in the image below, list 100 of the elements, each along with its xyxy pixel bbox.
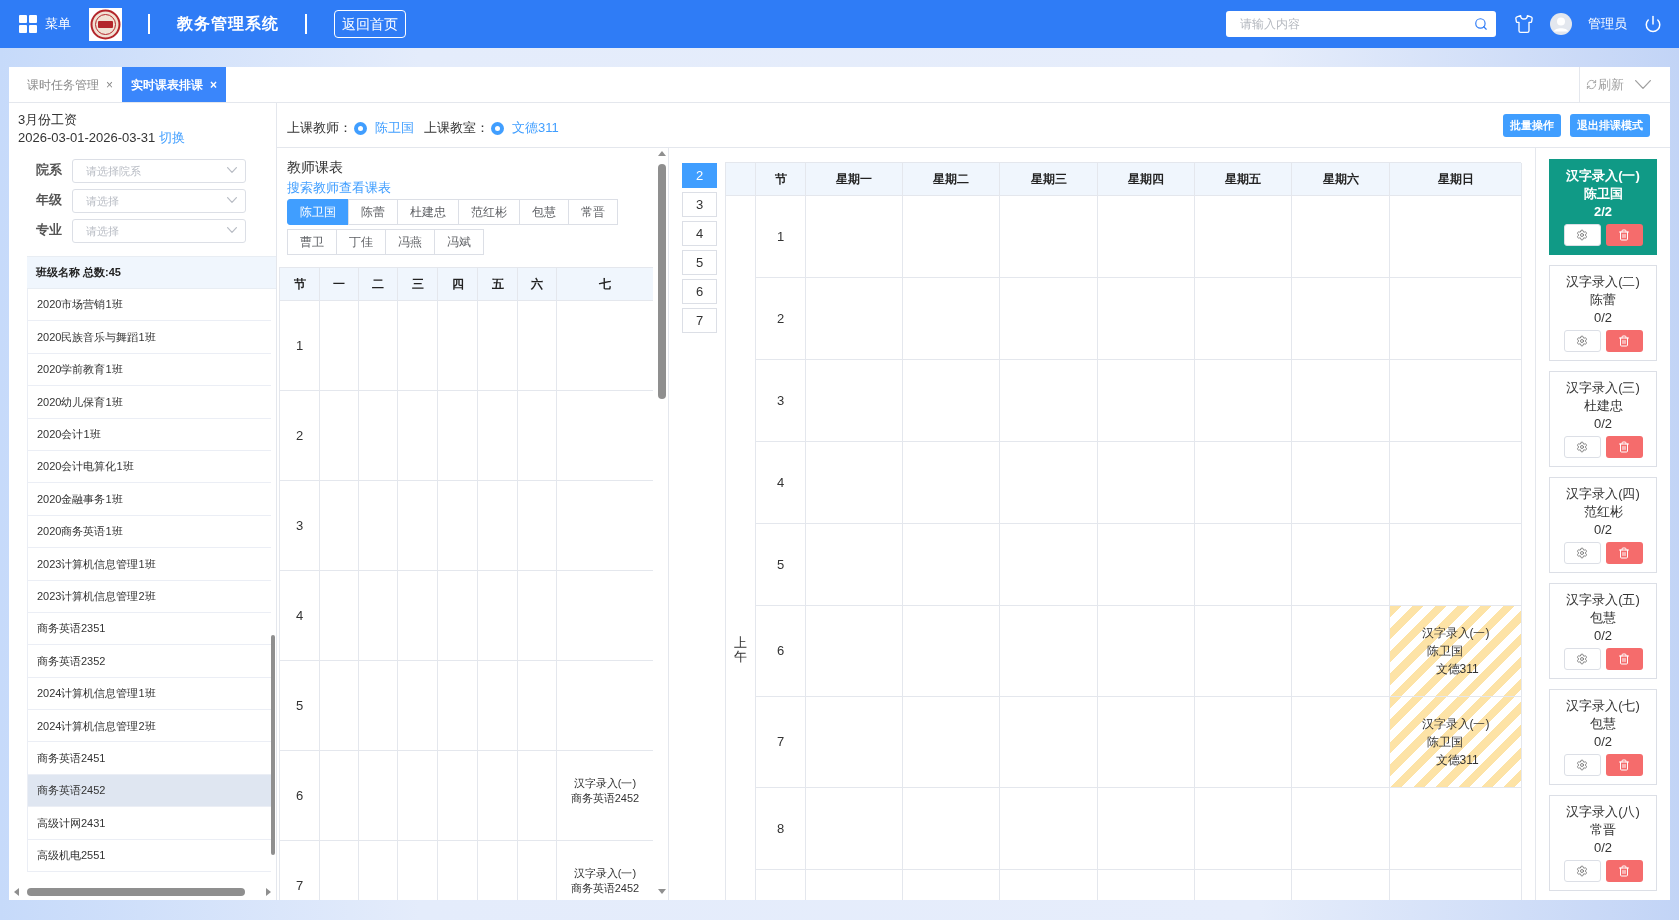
chevron-down-icon	[227, 167, 237, 173]
lesson-cell[interactable]: 汉字录入(一) 商务英语2452	[557, 751, 653, 841]
tab[interactable]: 实时课表排课 ×	[122, 67, 227, 102]
settings-icon	[1576, 865, 1588, 877]
chevron-down-icon	[1635, 80, 1651, 89]
course-card[interactable]: 汉字录入(二) 陈蕾 0/2	[1549, 265, 1657, 361]
course-title: 汉字录入(五)	[1566, 591, 1640, 609]
column-header: 节	[280, 268, 320, 301]
delete-button[interactable]	[1605, 542, 1643, 564]
settings-icon	[1576, 335, 1588, 347]
course-title: 汉字录入(八)	[1566, 803, 1640, 821]
period-cell: 5	[756, 524, 806, 606]
lesson-cell[interactable]: 汉字录入(一) 商务英语2452	[557, 841, 653, 900]
settings-button[interactable]	[1563, 860, 1601, 882]
field-label: 上课教室：	[424, 119, 489, 138]
scroll-right-icon[interactable]	[266, 888, 271, 896]
column-header: 星期日	[1390, 163, 1522, 196]
teacher-tab[interactable]: 冯燕	[385, 229, 435, 255]
settings-button[interactable]	[1563, 330, 1601, 352]
select-field[interactable]: 请选择	[72, 189, 246, 213]
settings-button[interactable]	[1563, 542, 1601, 564]
column-header: 节	[756, 163, 806, 196]
delete-button[interactable]	[1605, 860, 1643, 882]
period-cell: 7	[280, 841, 320, 900]
lesson-cell[interactable]: 汉字录入(一) 陈卫国 文德311	[1390, 697, 1522, 788]
scroll-up-icon[interactable]	[658, 151, 666, 156]
progress-count: 0/2	[1593, 733, 1613, 751]
power-icon[interactable]	[1644, 15, 1662, 33]
column-header: 一	[320, 268, 359, 301]
column-header: 三	[398, 268, 438, 301]
delete-button[interactable]	[1605, 330, 1643, 352]
settings-icon	[1576, 441, 1588, 453]
grid-icon	[19, 15, 37, 33]
search-field[interactable]: 请输入内容	[1226, 11, 1496, 37]
scroll-left-icon[interactable]	[14, 888, 19, 896]
lesson-cell[interactable]: 汉字录入(一) 陈卫国 文德311	[1390, 606, 1522, 697]
teacher-tab[interactable]: 包慧	[519, 199, 569, 225]
teacher-name: 包慧	[1590, 715, 1616, 733]
column-header: 星期二	[903, 163, 1000, 196]
user-name[interactable]: 管理员	[1588, 14, 1627, 34]
filter-label: 年级	[36, 191, 63, 210]
field-label: 上课教师：	[287, 119, 352, 138]
period-tab[interactable]: 6	[682, 279, 717, 304]
teacher-name: 陈卫国	[1583, 185, 1623, 203]
course-card[interactable]: 汉字录入(一) 陈卫国 2/2	[1549, 159, 1657, 255]
chevron-down-icon	[227, 227, 237, 233]
menu-button[interactable]: 菜单	[19, 9, 71, 39]
settings-icon	[1576, 759, 1588, 771]
teacher-tab[interactable]: 冯斌	[434, 229, 484, 255]
trash-icon	[1618, 547, 1630, 559]
teacher-tab[interactable]: 丁佳	[336, 229, 386, 255]
search-icon	[1474, 17, 1488, 31]
course-card[interactable]: 汉字录入(三) 杜建忠 0/2	[1549, 371, 1657, 467]
course-card[interactable]: 汉字录入(五) 包慧 0/2	[1549, 583, 1657, 679]
teacher-tab[interactable]: 杜建忠	[397, 199, 459, 225]
delete-button[interactable]	[1605, 648, 1643, 670]
period-tab[interactable]: 5	[682, 250, 717, 275]
course-title: 汉字录入(三)	[1566, 379, 1640, 397]
settings-button[interactable]	[1563, 648, 1601, 670]
course-card[interactable]: 汉字录入(四) 范红彬 0/2	[1549, 477, 1657, 573]
scroll-down-icon[interactable]	[658, 889, 666, 894]
scrollbar-thumb[interactable]	[658, 164, 666, 399]
delete-button[interactable]	[1605, 754, 1643, 776]
chevron-down-icon	[227, 197, 237, 203]
seal-logo	[89, 7, 122, 41]
date-range: 2026-03-01-2026-03-31	[18, 129, 156, 147]
period-tab[interactable]: 3	[682, 192, 717, 217]
period-tab[interactable]: 4	[682, 221, 717, 246]
class-list-item[interactable]: 商务英语2452	[28, 774, 271, 808]
period-cell: 6	[280, 751, 320, 841]
course-card[interactable]: 汉字录入(八) 常晋 0/2	[1549, 795, 1657, 891]
shirt-icon[interactable]	[1514, 14, 1534, 34]
home-button[interactable]: 返回首页	[334, 10, 406, 38]
select-field[interactable]: 请选择院系	[72, 159, 246, 183]
scrollbar-thumb[interactable]	[27, 888, 245, 896]
close-button[interactable]: ×	[106, 78, 113, 91]
avatar-icon[interactable]	[1550, 13, 1572, 35]
close-button[interactable]: ×	[210, 78, 218, 91]
course-title: 汉字录入(二)	[1566, 273, 1640, 291]
settings-button[interactable]	[1563, 224, 1601, 246]
teacher-tab[interactable]: 范红彬	[458, 199, 520, 225]
settings-button[interactable]	[1563, 436, 1601, 458]
settings-button[interactable]	[1563, 754, 1601, 776]
period-cell: 3	[756, 360, 806, 442]
course-title: 汉字录入(七)	[1566, 697, 1640, 715]
column-header: 四	[438, 268, 478, 301]
delete-button[interactable]	[1605, 436, 1643, 458]
period-cell: 2	[756, 278, 806, 360]
select-field[interactable]: 请选择	[72, 219, 246, 243]
delete-button[interactable]	[1605, 224, 1643, 246]
column-header: 星期三	[1000, 163, 1098, 196]
period-cell: 5	[280, 661, 320, 751]
progress-count: 0/2	[1593, 839, 1613, 857]
teacher-tab[interactable]: 曹卫	[287, 229, 337, 255]
teacher-tab[interactable]: 陈蕾	[348, 199, 398, 225]
progress-count: 2/2	[1593, 203, 1613, 221]
period-tab[interactable]: 7	[682, 308, 717, 333]
teacher-tab[interactable]: 常晋	[568, 199, 618, 225]
course-card[interactable]: 汉字录入(七) 包慧 0/2	[1549, 689, 1657, 785]
scrollbar-thumb[interactable]	[271, 635, 275, 855]
